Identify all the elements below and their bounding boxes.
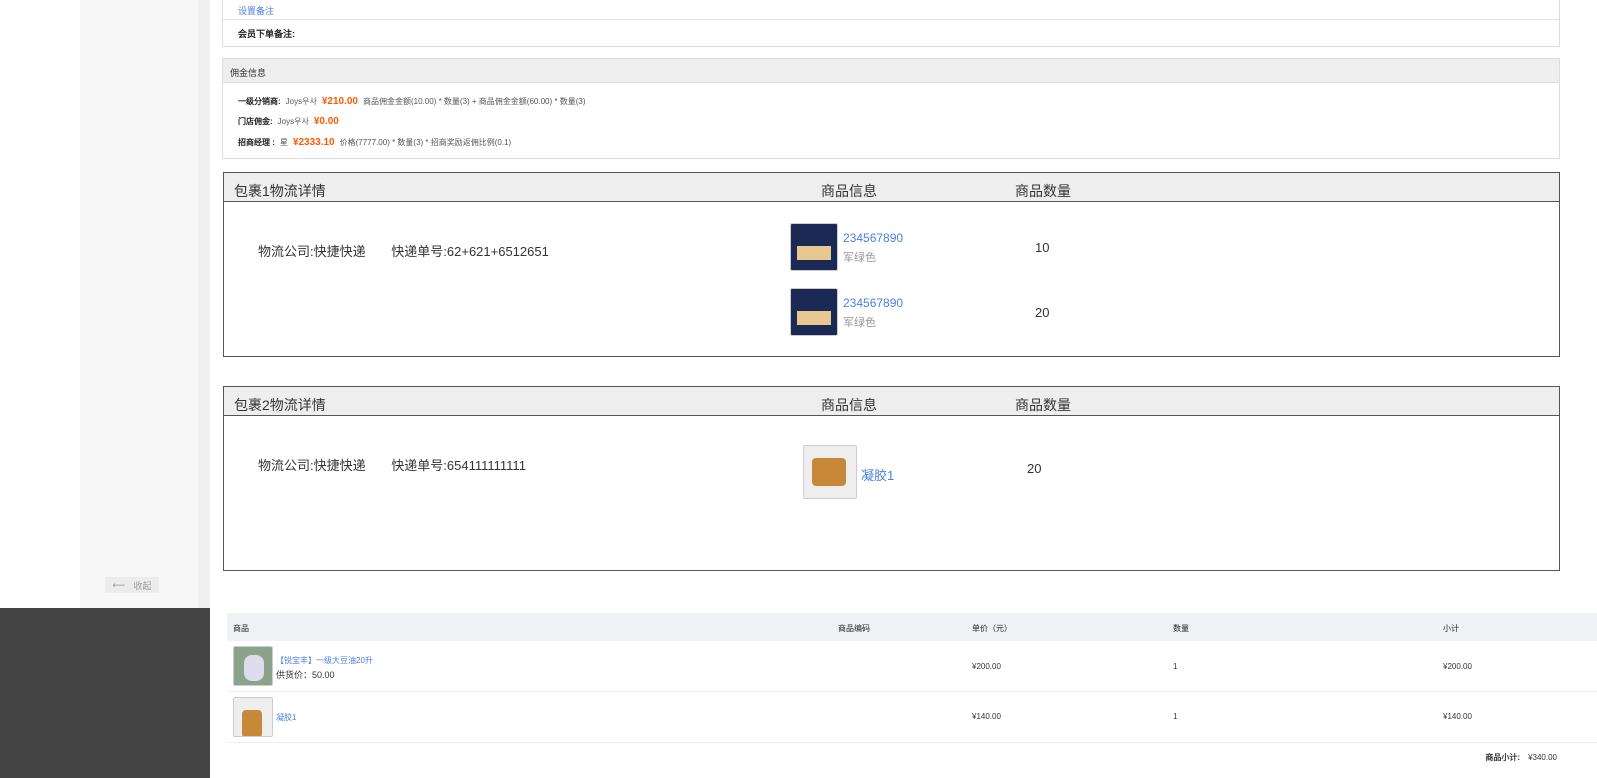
table-row: 【锐宝丰】一级大豆油20升 供货价：50.00 ¥200.00 1 ¥200.0… [227, 641, 1597, 692]
logistics-info: 物流公司:快捷快递 快递单号:62+621+6512651 [258, 244, 549, 259]
product-link[interactable]: 234567890 [843, 231, 903, 245]
product-spec: 军绿色 [843, 252, 876, 264]
sidebar [80, 0, 198, 608]
product-link[interactable]: 凝胶1 [861, 465, 894, 484]
member-note-label: 会员下单备注: [238, 29, 295, 39]
product-link[interactable]: 234567890 [843, 296, 903, 310]
product-thumbnail [233, 646, 273, 686]
goods-subtotal: 商品小计: ¥340.00 [1485, 753, 1557, 762]
goods-table: 商品 商品编码 单价（元） 数量 小计 【锐宝丰】一级大豆油20升 供货价：50… [227, 613, 1597, 743]
table-row: 凝胶1 ¥140.00 1 ¥140.00 [227, 692, 1597, 743]
arrow-left-icon: ⟵ [112, 579, 126, 590]
product-thumbnail [803, 445, 857, 499]
set-remark-link[interactable]: 设置备注 [238, 4, 274, 17]
remarks-panel: 设置备注 会员下单备注: [222, 0, 1560, 47]
product-link[interactable]: 【锐宝丰】一级大豆油20升 [276, 655, 373, 666]
dark-overlay [0, 608, 210, 778]
commission-row: 一级分销商: Joys우사 ¥210.00 商品佣金金额(10.00) * 数量(3)… [238, 96, 586, 107]
product-link[interactable]: 凝胶1 [276, 712, 296, 723]
package-header: 包裹1物流详情 商品信息 商品数量 [224, 173, 1559, 202]
commission-row: 门店佣金: Joys우사 ¥0.00 [238, 116, 339, 127]
commission-row: 招商经理 : 星 ¥2333.10 价格(7777.00) * 数量(3) * 招商奖… [238, 137, 512, 148]
product-qty: 10 [1035, 240, 1050, 255]
sidebar-divider [198, 0, 210, 608]
product-qty: 20 [1027, 461, 1042, 476]
package-1-panel: 包裹1物流详情 商品信息 商品数量 物流公司:快捷快递 快递单号:62+621+… [223, 172, 1560, 357]
commission-panel: 佣金信息 一级分销商: Joys우사 ¥210.00 商品佣金金额(10.00) * … [222, 58, 1560, 159]
product-thumbnail [790, 288, 838, 336]
package-header: 包裹2物流详情 商品信息 商品数量 [224, 387, 1559, 416]
product-thumbnail [233, 697, 273, 737]
left-margin [0, 0, 80, 608]
commission-title: 佣金信息 [223, 59, 1559, 83]
product-qty: 20 [1035, 305, 1050, 320]
logistics-info: 物流公司:快捷快递 快递单号:654111111111 [258, 458, 526, 473]
divider [223, 19, 1559, 20]
product-spec: 军绿色 [843, 317, 876, 329]
table-header: 商品 商品编码 单价（元） 数量 小计 [227, 613, 1597, 641]
collapse-button[interactable]: ⟵ 收起 [105, 577, 159, 593]
package-2-panel: 包裹2物流详情 商品信息 商品数量 物流公司:快捷快递 快递单号:6541111… [223, 386, 1560, 571]
product-thumbnail [790, 223, 838, 271]
